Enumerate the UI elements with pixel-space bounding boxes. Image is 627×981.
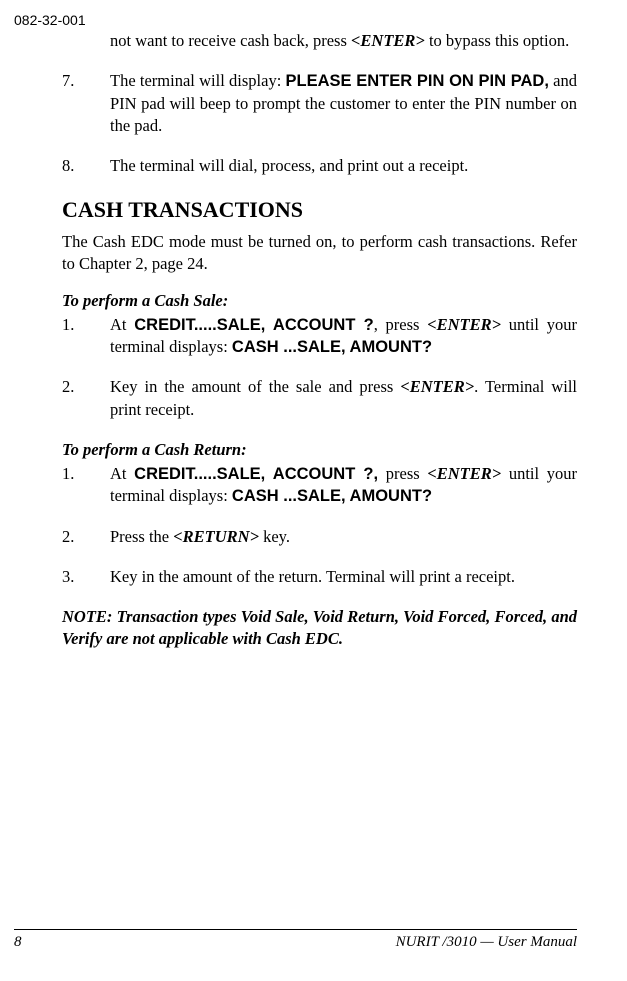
text-run: The terminal will dial, process, and pri… bbox=[110, 155, 577, 177]
continuation-paragraph: not want to receive cash back, press <EN… bbox=[62, 30, 577, 52]
sale-item-2: 2. Key in the amount of the sale and pre… bbox=[62, 376, 577, 421]
key-reference: <ENTER> bbox=[351, 31, 425, 50]
item-number: 1. bbox=[62, 463, 110, 508]
item-number: 3. bbox=[62, 566, 110, 588]
doc-number-header: 082-32-001 bbox=[14, 12, 86, 28]
page-number: 8 bbox=[14, 934, 22, 951]
text-run: to bypass this option. bbox=[425, 31, 569, 50]
return-item-1: 1. At CREDIT.....SALE, ACCOUNT ?, press … bbox=[62, 463, 577, 508]
key-reference: <ENTER> bbox=[427, 315, 501, 334]
text-run: Press the bbox=[110, 527, 173, 546]
text-run: press bbox=[378, 464, 427, 483]
doc-number: 082-32-001 bbox=[14, 12, 86, 28]
text-run: Key in the amount of the return. Termina… bbox=[110, 566, 577, 588]
text-run: The terminal will display: bbox=[110, 71, 286, 90]
text-run: At bbox=[110, 315, 134, 334]
display-text: CREDIT.....SALE, ACCOUNT ? bbox=[134, 316, 373, 334]
text-run: Key in the amount of the sale and press bbox=[110, 377, 400, 396]
page-content: not want to receive cash back, press <EN… bbox=[62, 30, 577, 651]
item-number: 8. bbox=[62, 155, 110, 177]
item-number: 2. bbox=[62, 376, 110, 421]
list-item-8: 8. The terminal will dial, process, and … bbox=[62, 155, 577, 177]
sale-item-1: 1. At CREDIT.....SALE, ACCOUNT ?, press … bbox=[62, 314, 577, 359]
text-run: key. bbox=[259, 527, 290, 546]
list-item-7: 7. The terminal will display: PLEASE ENT… bbox=[62, 70, 577, 137]
section-intro: The Cash EDC mode must be turned on, to … bbox=[62, 231, 577, 276]
return-item-2: 2. Press the <RETURN> key. bbox=[62, 526, 577, 548]
section-heading: CASH TRANSACTIONS bbox=[62, 195, 577, 225]
return-item-3: 3. Key in the amount of the return. Term… bbox=[62, 566, 577, 588]
key-reference: <ENTER> bbox=[427, 464, 501, 483]
subheading-cash-return: To perform a Cash Return: bbox=[62, 439, 577, 461]
manual-title: NURIT /3010 — User Manual bbox=[396, 934, 577, 951]
key-reference: <RETURN> bbox=[173, 527, 259, 546]
text-run: , press bbox=[374, 315, 428, 334]
item-number: 7. bbox=[62, 70, 110, 137]
text-run: not want to receive cash back, press bbox=[110, 31, 351, 50]
display-text: CREDIT.....SALE, ACCOUNT ?, bbox=[134, 465, 378, 483]
display-text: CASH ...SALE, AMOUNT? bbox=[232, 487, 432, 505]
display-text: CASH ...SALE, AMOUNT? bbox=[232, 338, 432, 356]
page-footer: 8 NURIT /3010 — User Manual bbox=[14, 929, 577, 951]
item-number: 1. bbox=[62, 314, 110, 359]
subheading-cash-sale: To perform a Cash Sale: bbox=[62, 290, 577, 312]
display-text: PLEASE ENTER PIN ON PIN PAD, bbox=[286, 72, 549, 90]
text-run: At bbox=[110, 464, 134, 483]
item-number: 2. bbox=[62, 526, 110, 548]
key-reference: <ENTER> bbox=[400, 377, 474, 396]
note-paragraph: NOTE: Transaction types Void Sale, Void … bbox=[62, 606, 577, 651]
